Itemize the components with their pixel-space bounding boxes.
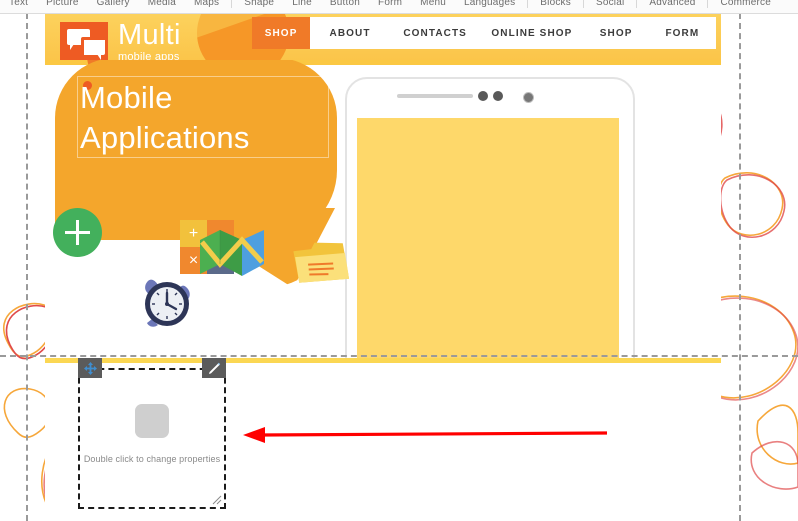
hero-section: Mobile Applications + − × = [45, 60, 721, 360]
guide-line-middle [0, 355, 798, 357]
speech-bubbles-icon [60, 22, 108, 60]
logo-text-block: Multi mobile apps [118, 19, 181, 61]
nav-item-contacts[interactable]: CONTACTS [390, 17, 480, 49]
resize-grip-icon[interactable] [212, 495, 222, 505]
toolbar-item-text[interactable]: Text [0, 0, 37, 9]
editor-toolbar[interactable]: Text Picture Gallery Media Maps Shape Li… [0, 0, 798, 14]
guide-line-left [26, 13, 28, 521]
plus-horizontal-bar [65, 231, 90, 234]
logo-subtitle: mobile apps [118, 51, 180, 61]
add-button-icon[interactable] [53, 208, 102, 257]
red-left-arrow-annotation [243, 427, 608, 443]
toolbar-item-media[interactable]: Media [139, 0, 185, 9]
phone-screen [357, 118, 619, 360]
folder-icon [293, 242, 350, 283]
site-logo[interactable]: Multi mobile apps [60, 21, 181, 60]
widget-placeholder[interactable]: Double click to change properties [78, 358, 226, 509]
nav-item-about[interactable]: ABOUT [310, 17, 390, 49]
toolbar-item-shape[interactable]: Shape [235, 0, 283, 9]
widget-hint-text: Double click to change properties [83, 454, 221, 464]
toolbar-separator [527, 0, 529, 8]
toolbar-item-gallery[interactable]: Gallery [88, 0, 139, 9]
toolbar-separator [707, 0, 709, 8]
hero-title-line-2: Applications [80, 120, 250, 155]
section-divider-bar [45, 358, 721, 363]
toolbar-item-advanced[interactable]: Advanced [640, 0, 704, 9]
toolbar-separator [582, 0, 584, 8]
hero-speech-bubble[interactable]: Mobile Applications [55, 60, 337, 288]
toolbar-separator [231, 0, 233, 8]
toolbar-item-commerce[interactable]: Commerce [711, 0, 780, 9]
toolbar-item-maps[interactable]: Maps [185, 0, 228, 9]
move-icon[interactable] [78, 358, 102, 378]
hero-title: Mobile Applications [80, 78, 330, 158]
toolbar-item-button[interactable]: Button [321, 0, 369, 9]
toolbar-item-languages[interactable]: Languages [455, 0, 524, 9]
toolbar-item-form[interactable]: Form [369, 0, 411, 9]
toolbar-item-menu[interactable]: Menu [411, 0, 455, 9]
nav-item-form[interactable]: FORM [649, 17, 716, 49]
phone-camera-icon [523, 92, 534, 103]
guide-line-right [739, 13, 741, 521]
pencil-glyph [208, 362, 220, 374]
toolbar-item-blocks[interactable]: Blocks [531, 0, 580, 9]
placeholder-image-icon [135, 404, 169, 438]
map-icon [200, 230, 264, 276]
toolbar-item-social[interactable]: Social [587, 0, 633, 9]
phone-sensor-dot [493, 91, 503, 101]
toolbar-separator [636, 0, 638, 8]
move-arrows-glyph [83, 361, 97, 375]
toolbar-item-picture[interactable]: Picture [37, 0, 88, 9]
pencil-icon[interactable] [202, 358, 226, 378]
hero-title-line-1: Mobile [80, 80, 173, 115]
phone-speaker-icon [397, 94, 473, 98]
nav-item-shop[interactable]: SHOP [583, 17, 648, 49]
nav-item-online-shop[interactable]: ONLINE SHOP [480, 17, 583, 49]
alarm-clock-icon [145, 279, 190, 327]
phone-sensor-dot [478, 91, 488, 101]
nav-item-shop-active[interactable]: SHOP [252, 17, 311, 49]
site-navigation[interactable]: SHOP ABOUT CONTACTS ONLINE SHOP SHOP FOR… [252, 17, 716, 49]
logo-title: Multi [118, 19, 181, 51]
toolbar-item-line[interactable]: Line [283, 0, 321, 9]
site-header: Multi mobile apps SHOP ABOUT CONTACTS ON… [45, 13, 721, 60]
